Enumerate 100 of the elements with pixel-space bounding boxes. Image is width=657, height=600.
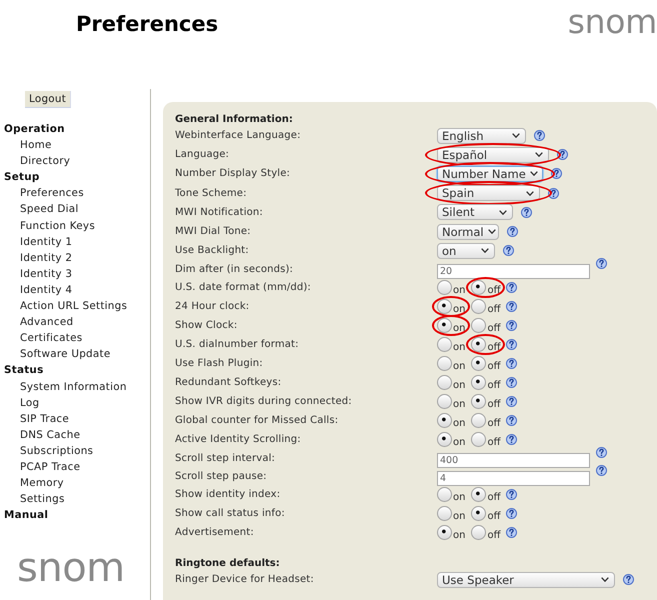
help-icon[interactable] (506, 377, 518, 388)
radio-button[interactable] (437, 506, 452, 522)
radio-label: off (487, 324, 500, 334)
text-field[interactable]: 20 (437, 264, 590, 280)
nav-link[interactable]: Directory (0, 153, 150, 170)
field-label: 24 Hour clock: (175, 300, 250, 314)
nav-link[interactable]: Memory (0, 475, 150, 492)
nav-link[interactable]: Settings (0, 491, 150, 508)
nav-link[interactable]: PCAP Trace (0, 458, 150, 476)
dropdown[interactable]: Spain (437, 185, 540, 202)
radio-button[interactable] (437, 525, 452, 540)
help-icon[interactable] (506, 396, 518, 408)
help-icon[interactable] (596, 465, 607, 476)
dropdown[interactable]: Number Name (437, 166, 543, 182)
help-icon[interactable] (534, 130, 545, 142)
radio-button[interactable] (471, 506, 486, 522)
dropdown[interactable]: on (437, 242, 495, 259)
nav-link[interactable]: DNS Cache (0, 426, 150, 443)
radio-label: on (453, 419, 466, 430)
radio-label: off (487, 438, 500, 448)
brand-logo: snom (17, 548, 126, 588)
radio-button[interactable] (437, 413, 452, 428)
nav-link[interactable]: System Information (0, 378, 150, 395)
nav-link[interactable]: Software Update (0, 346, 150, 362)
nav-link[interactable]: Identity 2 (0, 250, 150, 266)
help-icon[interactable] (623, 574, 634, 586)
radio-button[interactable] (437, 487, 452, 502)
help-icon[interactable] (596, 258, 607, 270)
radio-button[interactable] (437, 394, 452, 410)
help-icon[interactable] (506, 527, 518, 538)
dropdown[interactable]: English (437, 128, 526, 144)
nav-link[interactable]: Log (0, 394, 150, 411)
nav-link[interactable]: Identity 4 (0, 282, 150, 298)
radio-button[interactable] (471, 356, 486, 372)
nav-link[interactable]: Identity 3 (0, 266, 150, 282)
section-heading: Ringtone defaults: (175, 558, 281, 570)
nav-link[interactable]: Advanced (0, 314, 150, 330)
help-icon[interactable] (506, 489, 518, 500)
help-icon[interactable] (506, 434, 518, 446)
nav-link[interactable]: Certificates (0, 330, 150, 346)
radio-button[interactable] (471, 299, 486, 314)
radio-label: on (453, 512, 466, 522)
field-label: Advertisement: (175, 526, 255, 540)
radio-button[interactable] (471, 337, 486, 352)
help-icon[interactable] (506, 282, 518, 294)
dropdown[interactable]: Silent (437, 204, 513, 220)
help-icon[interactable] (551, 168, 562, 180)
help-icon[interactable] (506, 358, 518, 370)
help-icon[interactable] (507, 226, 518, 238)
nav-heading: Setup (3, 170, 41, 186)
dropdown[interactable]: Use Speaker (437, 572, 615, 588)
help-icon[interactable] (521, 206, 532, 218)
radio-button[interactable] (437, 318, 452, 334)
radio-button[interactable] (471, 525, 486, 540)
nav-link[interactable]: Action URL Settings (0, 298, 150, 314)
nav-link[interactable]: Subscriptions (0, 442, 150, 459)
radio-button[interactable] (471, 375, 486, 390)
field-label: Use Flash Plugin: (175, 357, 264, 372)
radio-button[interactable] (437, 337, 452, 352)
radio-button[interactable] (437, 375, 452, 390)
radio-label: on (453, 362, 466, 372)
radio-button[interactable] (437, 432, 452, 448)
radio-label: off (487, 286, 500, 296)
nav-heading: Operation (3, 122, 66, 137)
help-icon[interactable] (503, 245, 514, 256)
field-label: MWI Notification: (175, 206, 264, 220)
radio-button[interactable] (471, 413, 486, 428)
text-field[interactable]: 4 (437, 471, 590, 486)
radio-button[interactable] (471, 487, 486, 502)
nav-link[interactable]: Preferences (0, 185, 150, 202)
radio-label: off (487, 531, 500, 542)
radio-button[interactable] (471, 394, 486, 410)
dropdown[interactable]: Normal (437, 224, 499, 240)
nav-link[interactable]: Home (0, 137, 150, 154)
help-icon[interactable] (506, 301, 518, 312)
chevron-down-icon (488, 229, 496, 234)
help-icon[interactable] (506, 339, 518, 350)
help-icon[interactable] (557, 149, 568, 160)
help-icon[interactable] (596, 447, 607, 458)
field-label: Tone Scheme: (175, 186, 248, 201)
text-field[interactable]: 400 (437, 453, 590, 468)
help-icon[interactable] (506, 508, 518, 520)
logout-button[interactable]: Logout (25, 91, 72, 108)
dropdown[interactable]: Español (437, 146, 549, 163)
radio-button[interactable] (471, 318, 486, 334)
help-icon[interactable] (548, 188, 559, 199)
field-label: Webinterface Language: (175, 129, 302, 144)
help-icon[interactable] (506, 320, 518, 332)
radio-label: on (453, 493, 466, 504)
radio-button[interactable] (471, 432, 486, 448)
radio-button[interactable] (437, 280, 452, 296)
radio-button[interactable] (437, 356, 452, 372)
help-icon[interactable] (506, 415, 518, 426)
radio-button[interactable] (471, 280, 486, 296)
nav-link[interactable]: Speed Dial (0, 201, 150, 218)
nav-link[interactable]: Identity 1 (0, 234, 150, 250)
nav-link[interactable]: Function Keys (0, 218, 150, 234)
nav-link[interactable]: SIP Trace (0, 410, 150, 427)
radio-button[interactable] (437, 299, 452, 314)
field-label: Show call status info: (175, 507, 286, 522)
